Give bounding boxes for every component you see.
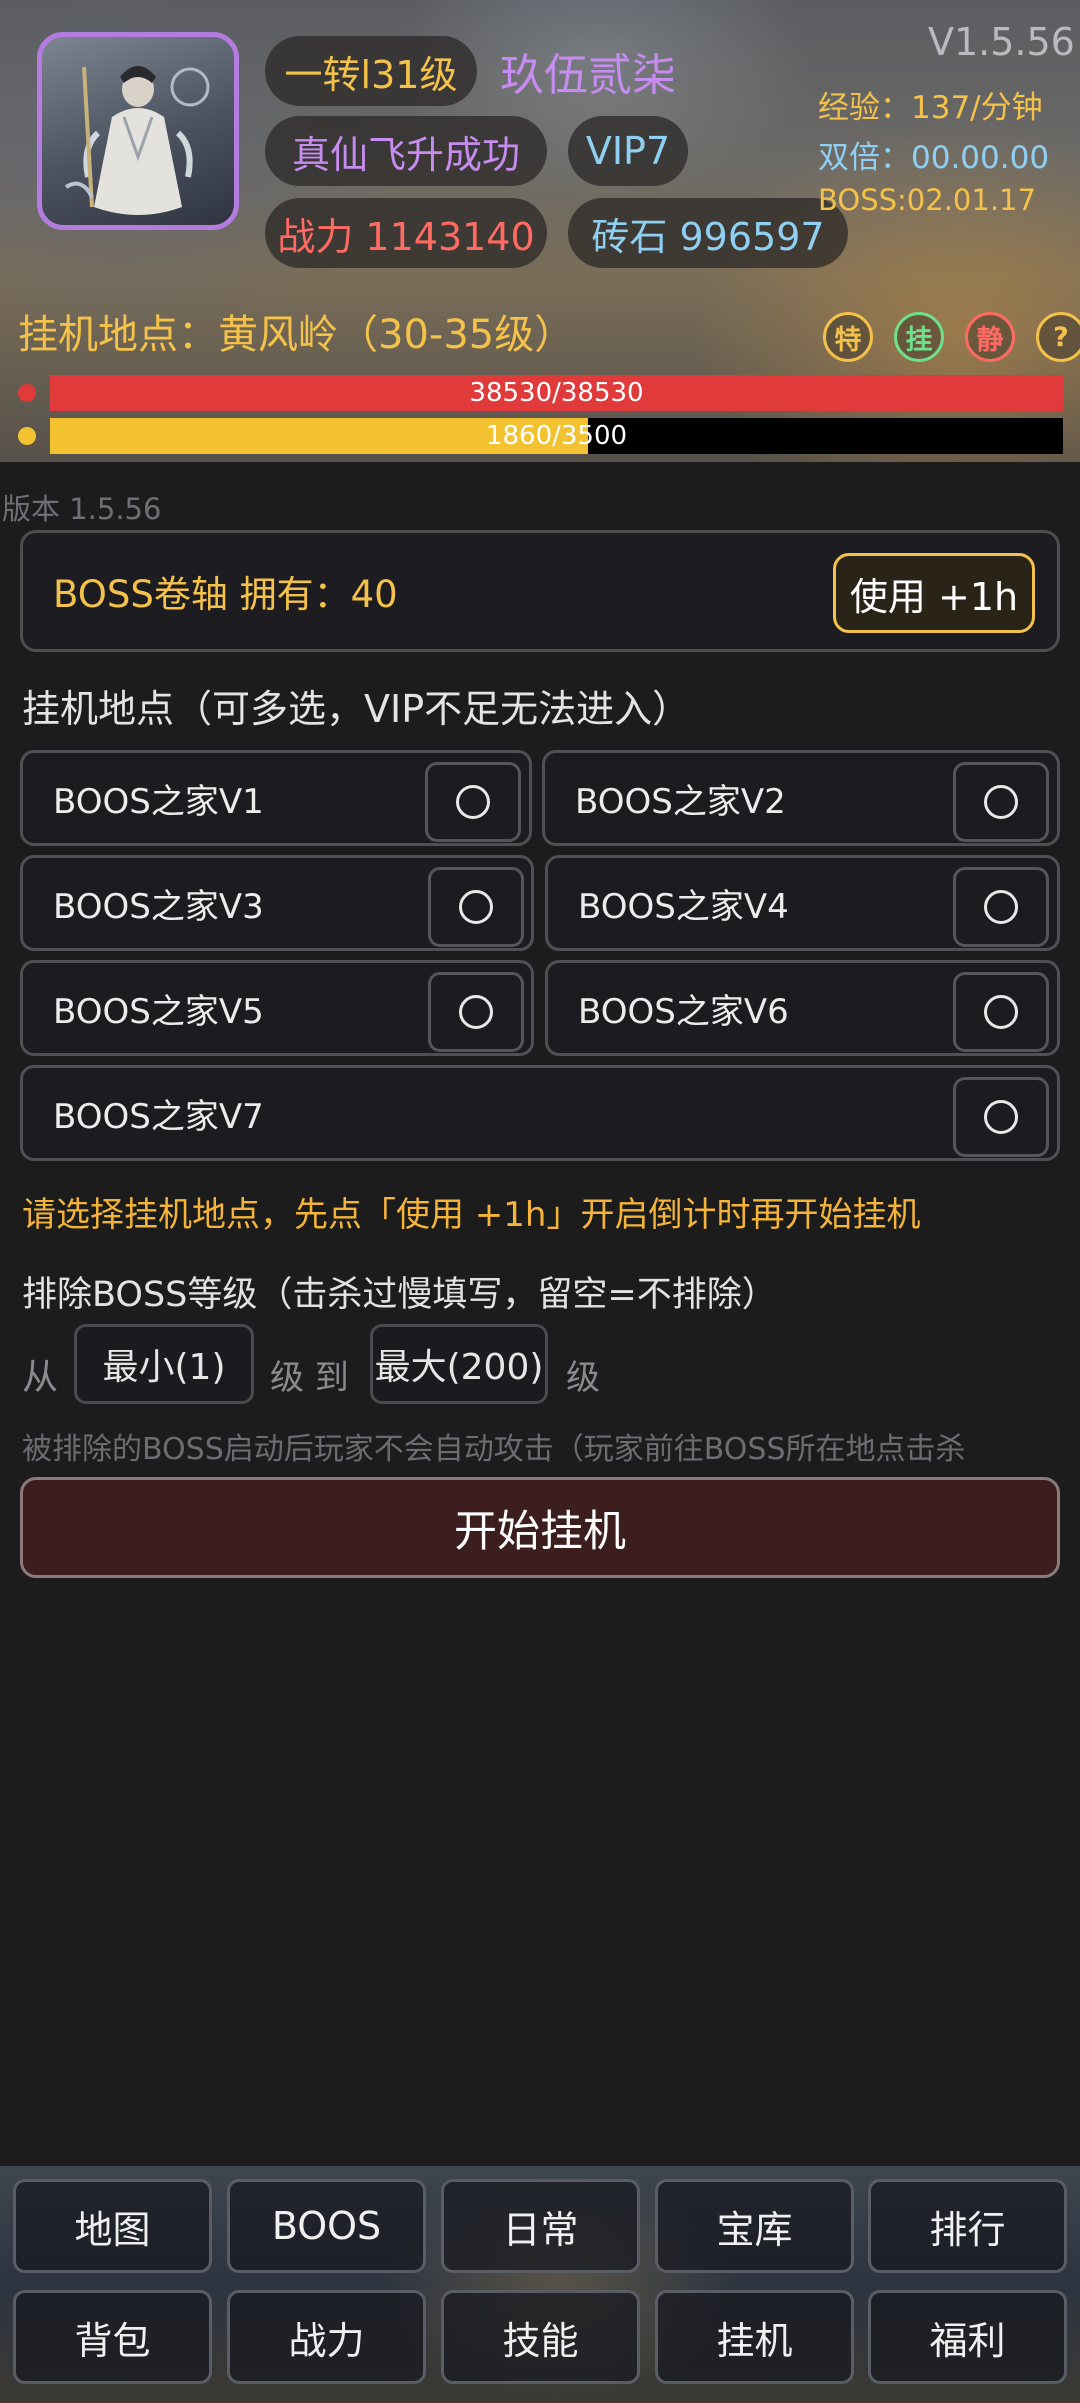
bricks-badge: 砖石 996597 [568, 198, 848, 268]
location-option-v4[interactable]: BOOS之家V4 [545, 855, 1060, 951]
location-label: BOOS之家V1 [53, 781, 264, 822]
help-icon[interactable]: ? [1036, 312, 1080, 362]
mp-bar: 1860/3500 [50, 418, 1063, 454]
header-icon-row: 特 挂 静 ? [823, 312, 1080, 362]
nav-welfare[interactable]: 福利 [868, 2290, 1067, 2384]
mp-text: 1860/3500 [485, 421, 628, 451]
location-checkbox[interactable] [953, 1077, 1049, 1157]
status-badge: 真仙飞升成功 [265, 116, 547, 186]
exclude-title: 排除BOSS等级（击杀过慢填写，留空=不排除） [22, 1275, 777, 1315]
avatar[interactable] [37, 32, 239, 230]
radio-circle-icon [984, 890, 1018, 924]
boss-scroll-card: BOSS卷轴 拥有：40 使用 +1h [20, 530, 1060, 652]
unit-label: 级 [566, 1358, 600, 1398]
bottom-nav: 地图 BOOS 日常 宝库 排行 背包 战力 技能 挂机 福利 [0, 2166, 1080, 2403]
location-label: BOOS之家V4 [578, 886, 789, 927]
nav-treasury[interactable]: 宝库 [655, 2179, 854, 2273]
level-badge: 一转l31级 [265, 36, 477, 106]
idle-location: 挂机地点：黄风岭（30-35级） [18, 312, 575, 358]
location-option-v3[interactable]: BOOS之家V3 [20, 855, 534, 951]
from-label: 从 [22, 1357, 59, 1398]
player-header: 一转l31级 玖伍贰柒 V1.5.56 真仙飞升成功 VIP7 战力 11431… [0, 0, 1080, 462]
location-checkbox[interactable] [428, 867, 524, 947]
use-scroll-button[interactable]: 使用 +1h [833, 553, 1035, 633]
location-checkbox[interactable] [425, 762, 521, 842]
power-badge: 战力 1143140 [265, 198, 547, 268]
hp-dot-icon [18, 384, 36, 402]
location-label: BOOS之家V7 [53, 1096, 264, 1137]
special-icon[interactable]: 特 [823, 312, 873, 362]
locations-title: 挂机地点（可多选，VIP不足无法进入） [22, 687, 691, 731]
radio-circle-icon [459, 890, 493, 924]
min-level-input[interactable]: 最小(1) [74, 1324, 254, 1404]
nav-power[interactable]: 战力 [227, 2290, 426, 2384]
radio-circle-icon [984, 995, 1018, 1029]
exclude-note: 被排除的BOSS启动后玩家不会自动攻击（玩家前往BOSS所在地点击杀 [22, 1432, 966, 1467]
version-text: 版本 1.5.56 [2, 492, 162, 526]
boss-scroll-label: BOSS卷轴 拥有：40 [53, 573, 398, 616]
nav-skills[interactable]: 技能 [441, 2290, 640, 2384]
radio-circle-icon [984, 1100, 1018, 1134]
double-timer: 双倍：00.00.00 [818, 140, 1050, 176]
vip-badge[interactable]: VIP7 [568, 116, 688, 186]
location-checkbox[interactable] [953, 867, 1049, 947]
nav-ranking[interactable]: 排行 [868, 2179, 1067, 2273]
location-label: BOOS之家V6 [578, 991, 789, 1032]
hp-text: 38530/38530 [469, 378, 644, 408]
max-level-input[interactable]: 最大(200) [370, 1324, 548, 1404]
start-idle-button[interactable]: 开始挂机 [20, 1477, 1060, 1578]
nav-bag[interactable]: 背包 [13, 2290, 212, 2384]
avatar-figure-icon [64, 66, 210, 215]
nav-map[interactable]: 地图 [13, 2179, 212, 2273]
silent-icon[interactable]: 静 [965, 312, 1015, 362]
radio-circle-icon [459, 995, 493, 1029]
boss-timer: BOSS:02.01.17 [818, 183, 1036, 217]
nav-daily[interactable]: 日常 [441, 2179, 640, 2273]
location-option-v6[interactable]: BOOS之家V6 [545, 960, 1060, 1056]
radio-circle-icon [456, 785, 490, 819]
location-checkbox[interactable] [953, 972, 1049, 1052]
nav-boss[interactable]: BOOS [227, 2179, 426, 2273]
location-option-v1[interactable]: BOOS之家V1 [20, 750, 532, 846]
player-name: 玖伍贰柒 [500, 50, 676, 101]
version-label: V1.5.56 [928, 20, 1075, 64]
location-option-v2[interactable]: BOOS之家V2 [542, 750, 1060, 846]
radio-circle-icon [984, 785, 1018, 819]
location-label: BOOS之家V3 [53, 886, 264, 927]
idle-icon[interactable]: 挂 [894, 312, 944, 362]
location-checkbox[interactable] [428, 972, 524, 1052]
location-checkbox[interactable] [953, 762, 1049, 842]
selection-hint: 请选择挂机地点，先点「使用 +1h」开启倒计时再开始挂机 [22, 1195, 921, 1235]
mp-dot-icon [18, 427, 36, 445]
location-option-v5[interactable]: BOOS之家V5 [20, 960, 534, 1056]
location-label: BOOS之家V2 [575, 781, 786, 822]
nav-idle[interactable]: 挂机 [655, 2290, 854, 2384]
to-label: 级 到 [270, 1358, 349, 1398]
location-option-v7[interactable]: BOOS之家V7 [20, 1065, 1060, 1161]
location-label: BOOS之家V5 [53, 991, 264, 1032]
exp-rate: 经验：137/分钟 [818, 90, 1043, 126]
hp-bar: 38530/38530 [50, 375, 1063, 411]
